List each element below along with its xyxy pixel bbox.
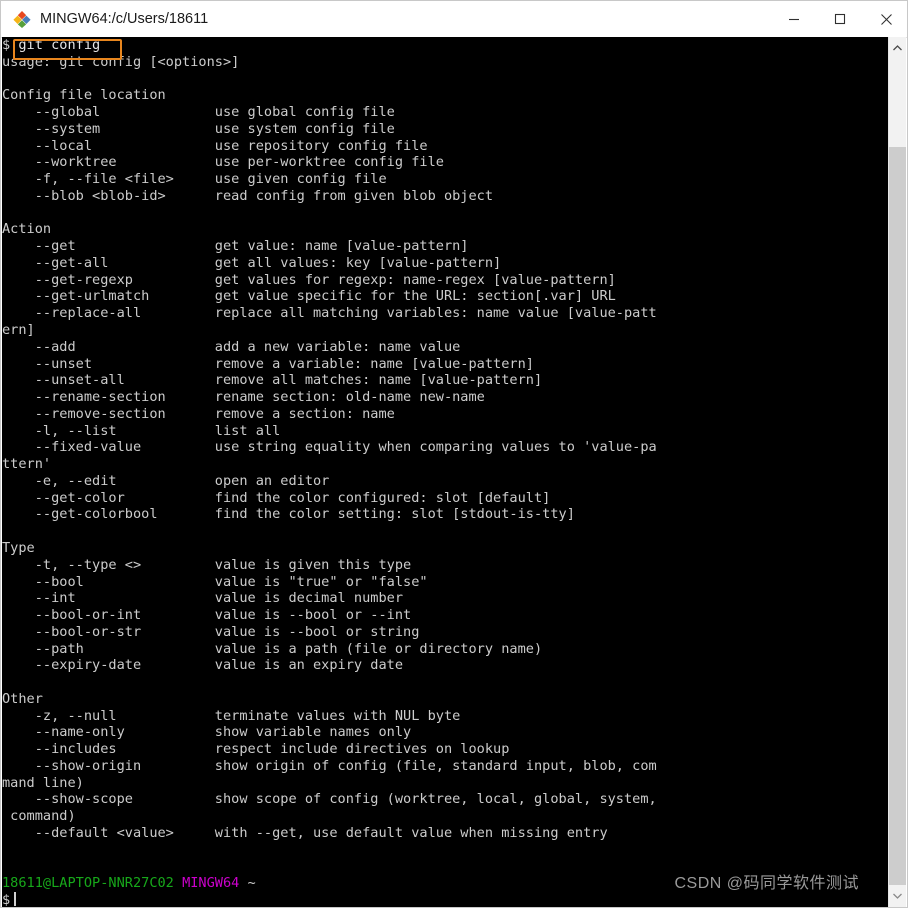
prompt-symbol: $ — [2, 892, 11, 907]
close-icon — [880, 13, 892, 25]
prompt-cwd: ~ — [247, 875, 256, 892]
terminal-line: --unset-all remove all matches: name [va… — [2, 372, 543, 389]
terminal-line: --get-urlmatch get value specific for th… — [2, 288, 616, 305]
terminal-line: -z, --null terminate values with NUL byt… — [2, 707, 461, 724]
mintty-window: MINGW64:/c/Users/18611 $ git config usage… — [0, 0, 908, 908]
terminal-line: --includes respect include directives on… — [2, 741, 510, 758]
terminal-line: Action — [2, 221, 52, 238]
terminal-line: -l, --list list all — [2, 422, 281, 439]
shell-prompt-line: 18611@LAPTOP-NNR27C02 MINGW64 ~ — [2, 875, 657, 892]
terminal-line: Config file location — [2, 87, 166, 104]
terminal-text: $ git config usage: git config [<options>… — [2, 37, 657, 907]
terminal-line: -t, --type <> value is given this type — [2, 556, 412, 573]
terminal-line: --blob <blob-id> read config from given … — [2, 187, 494, 204]
terminal-line: command) — [2, 808, 76, 825]
terminal-line: --bool-or-str value is --bool or string — [2, 623, 420, 640]
terminal-line: ern] — [2, 322, 35, 339]
chevron-down-icon — [893, 893, 902, 899]
window-title: MINGW64:/c/Users/18611 — [40, 11, 209, 27]
maximize-button[interactable] — [817, 2, 863, 37]
scroll-down-button[interactable] — [889, 887, 906, 905]
terminal-line: --expiry-date value is an expiry date — [2, 657, 404, 674]
prompt-user-host: 18611@LAPTOP-NNR27C02 — [2, 875, 183, 892]
terminal-line: --system use system config file — [2, 120, 395, 137]
terminal-line: --get-colorbool find the color setting: … — [2, 506, 575, 523]
terminal-line: --global use global config file — [2, 104, 395, 121]
terminal-line: --name-only show variable names only — [2, 724, 412, 741]
vertical-scrollbar[interactable] — [888, 37, 906, 907]
terminal-line: -e, --edit open an editor — [2, 472, 330, 489]
terminal-line: --rename-section rename section: old-nam… — [2, 389, 485, 406]
terminal-line: --replace-all replace all matching varia… — [2, 305, 657, 322]
title-bar[interactable]: MINGW64:/c/Users/18611 — [1, 1, 907, 38]
chevron-up-icon — [893, 45, 902, 51]
terminal-line: --remove-section remove a section: name — [2, 405, 395, 422]
scroll-up-button[interactable] — [889, 39, 906, 57]
terminal-line: --int value is decimal number — [2, 590, 404, 607]
scrollbar-thumb[interactable] — [889, 147, 906, 885]
terminal-line: --worktree use per-worktree config file — [2, 154, 444, 171]
prompt-shell: MINGW64 — [182, 875, 248, 892]
shell-input-line[interactable]: $ — [2, 892, 657, 907]
terminal-line: mand line) — [2, 774, 84, 791]
terminal-line: --bool-or-int value is --bool or --int — [2, 607, 412, 624]
csdn-watermark: CSDN @码同学软件测试 — [674, 875, 859, 892]
text-cursor — [14, 892, 16, 907]
terminal-line: ttern' — [2, 456, 52, 473]
minimize-icon — [789, 18, 799, 21]
terminal-line: --fixed-value use string equality when c… — [2, 439, 657, 456]
terminal-line: --get-all get all values: key [value-pat… — [2, 254, 502, 271]
terminal-line: --show-scope show scope of config (workt… — [2, 791, 657, 808]
terminal-line: --show-origin show origin of config (fil… — [2, 757, 657, 774]
close-button[interactable] — [863, 2, 907, 37]
terminal-line: $ git config — [2, 37, 101, 53]
terminal-line: --get-color find the color configured: s… — [2, 489, 551, 506]
terminal-line: --get-regexp get values for regexp: name… — [2, 271, 616, 288]
terminal-line: --default <value> with --get, use defaul… — [2, 824, 608, 841]
terminal-line: Type — [2, 539, 35, 556]
typed-command: git config — [18, 37, 101, 53]
minimize-button[interactable] — [771, 2, 817, 37]
git-bash-icon — [13, 10, 31, 28]
maximize-icon — [834, 13, 846, 25]
terminal-line: --get get value: name [value-pattern] — [2, 238, 469, 255]
terminal-line: --path value is a path (file or director… — [2, 640, 543, 657]
terminal-line: --local use repository config file — [2, 137, 428, 154]
terminal-line: --add add a new variable: name value — [2, 338, 461, 355]
terminal-line: --bool value is "true" or "false" — [2, 573, 428, 590]
terminal-line: Other — [2, 690, 43, 707]
terminal-output-area[interactable]: $ git config usage: git config [<options>… — [2, 37, 889, 907]
terminal-line: -f, --file <file> use given config file — [2, 171, 387, 188]
terminal-line: --unset remove a variable: name [value-p… — [2, 355, 534, 372]
terminal-line: usage: git config [<options>] — [2, 53, 240, 70]
